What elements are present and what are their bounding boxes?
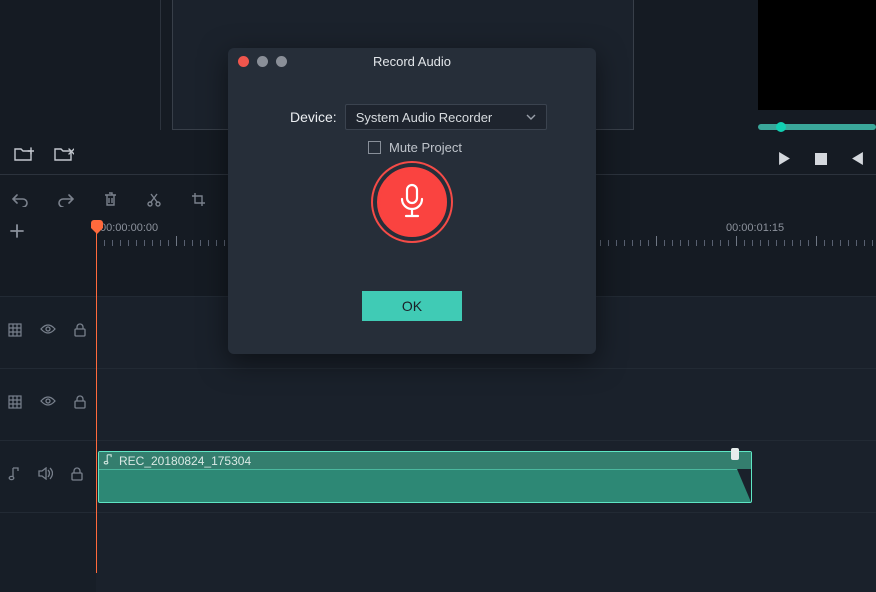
redo-icon[interactable] — [58, 193, 74, 207]
video-track-2-content[interactable] — [96, 369, 876, 440]
media-panel-divider — [160, 0, 161, 130]
split-icon[interactable] — [147, 192, 161, 207]
chevron-down-icon — [526, 111, 536, 123]
track-settings-icon[interactable] — [8, 395, 22, 409]
device-label: Device: — [290, 109, 337, 125]
device-select[interactable]: System Audio Recorder — [345, 104, 547, 130]
track-visibility-icon[interactable] — [40, 395, 56, 409]
ruler-time-1: 00:00:01:15 — [726, 222, 784, 234]
stop-icon[interactable] — [815, 153, 827, 165]
track-lock-icon[interactable] — [74, 395, 86, 409]
dialog-title: Record Audio — [228, 54, 596, 69]
preview-progress-slider[interactable] — [758, 124, 876, 130]
new-folder-icon[interactable] — [14, 146, 34, 162]
play-icon[interactable] — [778, 152, 791, 165]
clip-keyframe-handle[interactable] — [731, 448, 739, 460]
delete-folder-icon[interactable] — [54, 146, 74, 162]
track-settings-icon[interactable] — [8, 323, 22, 337]
empty-track-content[interactable] — [96, 513, 876, 592]
player-controls — [778, 152, 864, 165]
playhead[interactable] — [96, 220, 97, 573]
music-note-icon — [103, 454, 113, 468]
video-track-2 — [0, 368, 876, 440]
ruler-time-0: 00:00:00:00 — [100, 222, 158, 234]
media-folder-ops — [14, 146, 74, 162]
track-mute-icon[interactable] — [38, 467, 53, 481]
microphone-icon — [398, 183, 426, 222]
audio-clip-name: REC_20180824_175304 — [119, 454, 251, 468]
crop-icon[interactable] — [191, 192, 206, 207]
audio-clip[interactable]: REC_20180824_175304 — [98, 451, 752, 503]
mute-project-label: Mute Project — [389, 140, 462, 155]
audio-track-1-content[interactable]: REC_20180824_175304 — [96, 441, 876, 512]
delete-icon[interactable] — [104, 192, 117, 207]
program-preview — [758, 0, 876, 110]
ok-button[interactable]: OK — [362, 291, 462, 321]
track-visibility-icon[interactable] — [40, 323, 56, 337]
clip-fade-out[interactable] — [737, 469, 751, 502]
track-lock-icon[interactable] — [74, 323, 86, 337]
add-track-icon[interactable] — [10, 224, 24, 241]
empty-track — [0, 512, 876, 592]
step-back-icon[interactable] — [851, 152, 864, 165]
track-lock-icon[interactable] — [71, 467, 83, 481]
record-audio-dialog: Record Audio Device: System Audio Record… — [228, 48, 596, 354]
mute-project-checkbox[interactable] — [368, 141, 381, 154]
audio-track-1: REC_20180824_175304 — [0, 440, 876, 512]
undo-icon[interactable] — [12, 193, 28, 207]
dialog-titlebar[interactable]: Record Audio — [228, 48, 596, 76]
record-button[interactable] — [377, 167, 447, 237]
device-select-value: System Audio Recorder — [356, 110, 493, 125]
edit-toolbar — [12, 192, 246, 207]
music-note-icon[interactable] — [8, 467, 20, 481]
